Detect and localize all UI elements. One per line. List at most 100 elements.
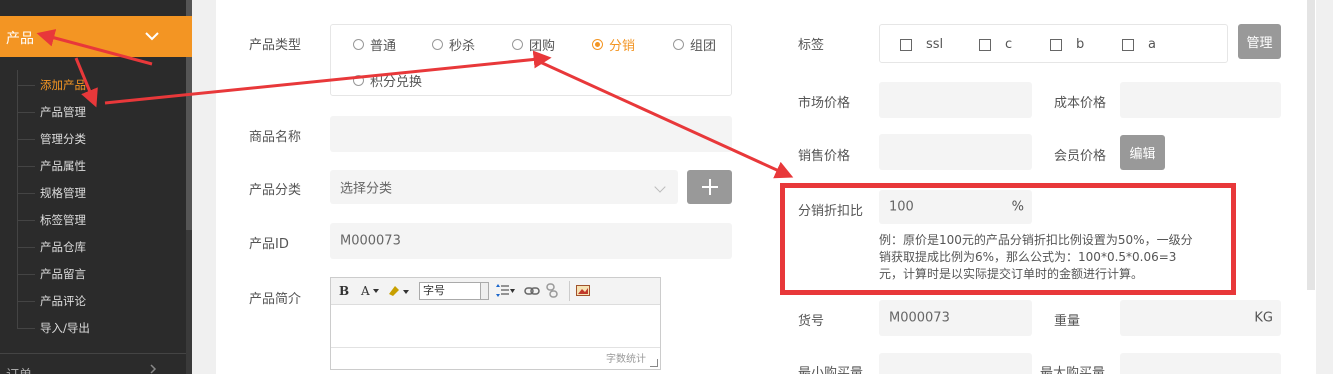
radio-product-type[interactable]: 普通 bbox=[353, 35, 396, 54]
name-label: 商品名称 bbox=[249, 130, 302, 145]
sub-menu-tick bbox=[17, 139, 35, 140]
chevron-down-icon bbox=[654, 181, 666, 193]
sidebar-sub-item[interactable]: 规格管理 bbox=[40, 185, 86, 201]
annotation-highlight-box bbox=[780, 183, 1236, 295]
sidebar-sub-item[interactable]: 产品属性 bbox=[40, 158, 86, 174]
sub-menu-tick bbox=[17, 220, 35, 221]
manage-tags-button[interactable]: 管理 bbox=[1238, 24, 1281, 59]
sidebar-sub-item[interactable]: 产品评论 bbox=[40, 293, 86, 309]
sub-menu-tree-line bbox=[17, 70, 18, 328]
max-buy-input[interactable] bbox=[1120, 353, 1281, 374]
editor-toolbar: B A 字号 bbox=[331, 278, 660, 305]
toolbar-divider bbox=[569, 281, 570, 301]
sidebar-sub-item[interactable]: 添加产品 bbox=[40, 77, 86, 93]
weight-label: 重量 bbox=[1054, 314, 1081, 329]
category-select-value: 选择分类 bbox=[340, 181, 393, 197]
cost-price-input[interactable] bbox=[1120, 82, 1281, 118]
sub-menu-tick bbox=[17, 112, 35, 113]
line-height-icon[interactable] bbox=[495, 284, 515, 298]
radio-product-type[interactable]: 组团 bbox=[673, 35, 716, 54]
editor-footer-divider bbox=[331, 347, 660, 348]
sale-price-input[interactable] bbox=[879, 134, 1032, 170]
sub-menu-tick bbox=[17, 274, 35, 275]
sub-menu-tick bbox=[17, 193, 35, 194]
bold-button[interactable]: B bbox=[339, 284, 349, 298]
radio-product-type[interactable]: 团购 bbox=[512, 35, 555, 54]
resize-grip-icon[interactable] bbox=[650, 359, 658, 367]
checkbox-icon bbox=[1050, 38, 1062, 51]
product-type-group: 普通 秒杀 团购 分销 组团 积分兑换 bbox=[330, 24, 732, 96]
edit-member-price-button[interactable]: 编辑 bbox=[1120, 135, 1165, 170]
sub-menu-tick bbox=[17, 328, 35, 329]
category-label: 产品分类 bbox=[249, 183, 302, 198]
max-buy-label: 最大购买量 bbox=[1040, 366, 1106, 374]
plus-icon bbox=[701, 179, 718, 195]
sidebar: 产品 添加产品产品管理管理分类产品属性规格管理标签管理产品仓库产品留言产品评论导… bbox=[0, 0, 192, 374]
sub-menu-tick bbox=[17, 166, 35, 167]
dropdown-caret-icon bbox=[480, 283, 488, 299]
radio-circle-icon bbox=[353, 39, 364, 50]
sidebar-group-label: 订单 bbox=[6, 364, 32, 374]
weight-input[interactable]: KG bbox=[1120, 300, 1281, 336]
page-scrollbar[interactable] bbox=[1307, 0, 1315, 290]
category-select[interactable]: 选择分类 bbox=[330, 170, 678, 204]
sub-menu-tick bbox=[17, 301, 35, 302]
sub-menu-tick bbox=[17, 247, 35, 248]
sale-price-label: 销售价格 bbox=[798, 149, 851, 164]
tag-checkbox[interactable]: c bbox=[979, 37, 1012, 52]
tag-checkbox[interactable]: a bbox=[1122, 37, 1156, 52]
sidebar-partial-group[interactable] bbox=[0, 0, 186, 16]
tag-checkbox[interactable]: b bbox=[1050, 37, 1084, 52]
sidebar-sub-item[interactable]: 管理分类 bbox=[40, 131, 86, 147]
sku-label: 货号 bbox=[798, 314, 825, 329]
sidebar-group-products[interactable]: 产品 bbox=[0, 16, 192, 57]
word-count: 字数统计 bbox=[606, 354, 646, 365]
tags-group: ssl c b a bbox=[879, 24, 1228, 63]
checkbox-icon bbox=[900, 38, 912, 51]
checkbox-icon bbox=[979, 38, 991, 51]
min-buy-label: 最小购买量 bbox=[798, 366, 864, 374]
sidebar-group-label: 产品 bbox=[6, 31, 34, 47]
product-id-input[interactable]: M000073 bbox=[330, 223, 732, 259]
sidebar-group-orders[interactable]: 订单 bbox=[0, 353, 186, 374]
chevron-right-icon bbox=[150, 364, 157, 374]
radio-circle-icon bbox=[432, 39, 443, 50]
radio-circle-icon bbox=[512, 39, 523, 50]
weight-unit: KG bbox=[1254, 310, 1273, 326]
highlight-color-icon[interactable] bbox=[387, 284, 409, 298]
link-icon[interactable] bbox=[524, 286, 540, 296]
product-type-label: 产品类型 bbox=[249, 38, 302, 53]
radio-product-type[interactable]: 秒杀 bbox=[432, 35, 475, 54]
dropdown-caret-icon[interactable] bbox=[373, 289, 379, 293]
font-size-select[interactable]: 字号 bbox=[419, 282, 489, 300]
tag-checkbox[interactable]: ssl bbox=[900, 37, 943, 52]
min-buy-input[interactable] bbox=[879, 353, 1032, 374]
radio-product-type[interactable]: 积分兑换 bbox=[353, 71, 422, 90]
sidebar-sub-item[interactable]: 导入/导出 bbox=[40, 320, 90, 336]
radio-circle-icon bbox=[673, 39, 684, 50]
tags-label: 标签 bbox=[798, 38, 825, 53]
unlink-icon[interactable] bbox=[545, 283, 559, 299]
sidebar-sub-item[interactable]: 产品留言 bbox=[40, 266, 86, 282]
market-price-label: 市场价格 bbox=[798, 96, 851, 111]
radio-checked-icon bbox=[592, 39, 603, 50]
radio-circle-icon bbox=[353, 75, 364, 86]
sku-input[interactable]: M000073 bbox=[879, 300, 1032, 336]
app-root: 产品 添加产品 产品管理 管理分类 产品属性 规格管理 标签管理 产品仓库 产品留言 产品评论导… bbox=[0, 0, 1333, 374]
image-icon[interactable] bbox=[576, 285, 590, 296]
chevron-down-icon bbox=[145, 32, 159, 41]
intro-rich-editor[interactable]: B A 字号 字数统计 bbox=[330, 277, 661, 370]
radio-product-type-selected[interactable]: 分销 bbox=[592, 35, 635, 54]
product-id-label: 产品ID bbox=[249, 237, 289, 252]
name-input[interactable] bbox=[330, 116, 732, 152]
sidebar-sub-item[interactable]: 标签管理 bbox=[40, 212, 86, 228]
cost-price-label: 成本价格 bbox=[1054, 96, 1107, 111]
sub-menu-tick bbox=[17, 85, 35, 86]
intro-label: 产品简介 bbox=[249, 292, 302, 307]
sidebar-sub-item[interactable]: 产品仓库 bbox=[40, 239, 86, 255]
member-price-label: 会员价格 bbox=[1054, 149, 1107, 164]
market-price-input[interactable] bbox=[879, 82, 1032, 118]
sidebar-sub-item[interactable]: 产品管理 bbox=[40, 104, 86, 120]
add-category-button[interactable] bbox=[687, 170, 732, 204]
font-color-button[interactable]: A bbox=[361, 284, 370, 298]
